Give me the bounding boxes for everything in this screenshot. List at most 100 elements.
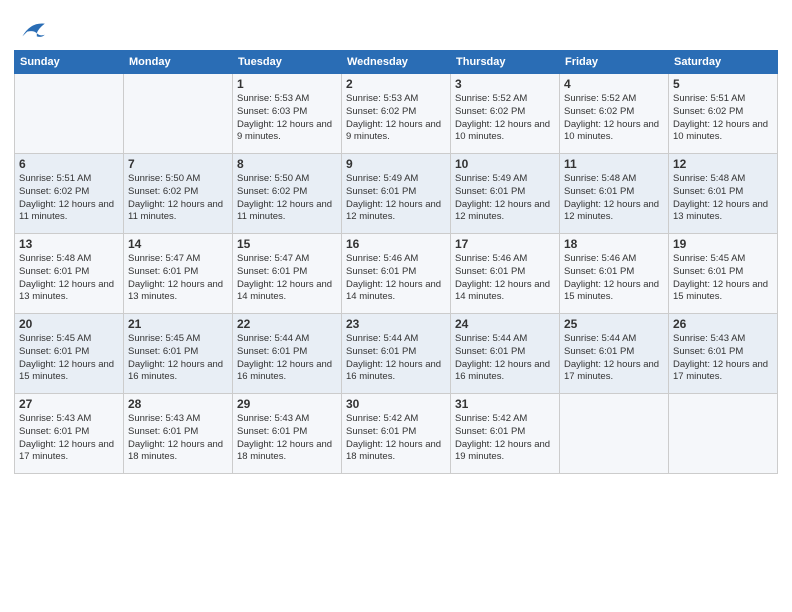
day-info: Sunrise: 5:43 AMSunset: 6:01 PMDaylight:…	[128, 413, 228, 464]
day-number: 21	[128, 317, 228, 331]
calendar-cell: 30 Sunrise: 5:42 AMSunset: 6:01 PMDayligh…	[342, 394, 451, 474]
page-container: SundayMondayTuesdayWednesdayThursdayFrid…	[0, 0, 792, 488]
calendar-cell: 20 Sunrise: 5:45 AMSunset: 6:01 PMDayligh…	[15, 314, 124, 394]
day-number: 3	[455, 77, 555, 91]
calendar-cell: 11 Sunrise: 5:48 AMSunset: 6:01 PMDayligh…	[560, 154, 669, 234]
day-number: 9	[346, 157, 446, 171]
calendar-cell: 3Sunrise: 5:52 AMSunset: 6:02 PMDaylight…	[451, 74, 560, 154]
calendar-cell: 13Sunrise: 5:48 AMSunset: 6:01 PMDayligh…	[15, 234, 124, 314]
calendar-cell: 17Sunrise: 5:46 AMSunset: 6:01 PMDayligh…	[451, 234, 560, 314]
day-number: 28	[128, 397, 228, 411]
day-info: Sunrise: 5:45 AMSunset: 6:01 PMDaylight:…	[19, 333, 119, 384]
weekday-header-tuesday: Tuesday	[233, 51, 342, 74]
day-number: 1	[237, 77, 337, 91]
calendar-week-2: 6 Sunrise: 5:51 AMSunset: 6:02 PMDaylight…	[15, 154, 778, 234]
day-info: Sunrise: 5:48 AMSunset: 6:01 PMDaylight:…	[673, 173, 773, 224]
day-info: Sunrise: 5:46 AMSunset: 6:01 PMDaylight:…	[564, 253, 664, 304]
calendar-cell: 16 Sunrise: 5:46 AMSunset: 6:01 PMDayligh…	[342, 234, 451, 314]
weekday-header-sunday: Sunday	[15, 51, 124, 74]
calendar-cell: 7 Sunrise: 5:50 AMSunset: 6:02 PMDaylight…	[124, 154, 233, 234]
day-number: 6	[19, 157, 119, 171]
calendar-header-row: SundayMondayTuesdayWednesdayThursdayFrid…	[15, 51, 778, 74]
calendar-cell: 15 Sunrise: 5:47 AMSunset: 6:01 PMDayligh…	[233, 234, 342, 314]
day-info: Sunrise: 5:46 AMSunset: 6:01 PMDaylight:…	[455, 253, 555, 304]
weekday-header-thursday: Thursday	[451, 51, 560, 74]
day-info: Sunrise: 5:42 AMSunset: 6:01 PMDaylight:…	[346, 413, 446, 464]
day-number: 30	[346, 397, 446, 411]
day-number: 8	[237, 157, 337, 171]
calendar-cell: 4Sunrise: 5:52 AMSunset: 6:02 PMDaylight…	[560, 74, 669, 154]
calendar-cell: 29 Sunrise: 5:43 AMSunset: 6:01 PMDayligh…	[233, 394, 342, 474]
day-info: Sunrise: 5:50 AMSunset: 6:02 PMDaylight:…	[237, 173, 337, 224]
day-number: 27	[19, 397, 119, 411]
calendar-cell: 8 Sunrise: 5:50 AMSunset: 6:02 PMDaylight…	[233, 154, 342, 234]
day-info: Sunrise: 5:53 AMSunset: 6:02 PMDaylight:…	[346, 93, 446, 144]
day-number: 11	[564, 157, 664, 171]
calendar-cell: 1 Sunrise: 5:53 AMSunset: 6:03 PMDaylight…	[233, 74, 342, 154]
calendar-cell: 6 Sunrise: 5:51 AMSunset: 6:02 PMDaylight…	[15, 154, 124, 234]
calendar-cell: 26Sunrise: 5:43 AMSunset: 6:01 PMDayligh…	[669, 314, 778, 394]
calendar-week-5: 27 Sunrise: 5:43 AMSunset: 6:01 PMDayligh…	[15, 394, 778, 474]
day-number: 15	[237, 237, 337, 251]
day-number: 24	[455, 317, 555, 331]
day-number: 25	[564, 317, 664, 331]
day-number: 16	[346, 237, 446, 251]
calendar-table: SundayMondayTuesdayWednesdayThursdayFrid…	[14, 50, 778, 474]
calendar-cell: 24 Sunrise: 5:44 AMSunset: 6:01 PMDayligh…	[451, 314, 560, 394]
day-info: Sunrise: 5:45 AMSunset: 6:01 PMDaylight:…	[673, 253, 773, 304]
day-info: Sunrise: 5:49 AMSunset: 6:01 PMDaylight:…	[346, 173, 446, 224]
day-number: 19	[673, 237, 773, 251]
day-number: 7	[128, 157, 228, 171]
weekday-header-monday: Monday	[124, 51, 233, 74]
calendar-cell: 21 Sunrise: 5:45 AMSunset: 6:01 PMDayligh…	[124, 314, 233, 394]
day-info: Sunrise: 5:43 AMSunset: 6:01 PMDaylight:…	[19, 413, 119, 464]
day-number: 20	[19, 317, 119, 331]
calendar-cell: 2 Sunrise: 5:53 AMSunset: 6:02 PMDaylight…	[342, 74, 451, 154]
day-info: Sunrise: 5:45 AMSunset: 6:01 PMDaylight:…	[128, 333, 228, 384]
calendar-week-3: 13Sunrise: 5:48 AMSunset: 6:01 PMDayligh…	[15, 234, 778, 314]
calendar-cell: 23Sunrise: 5:44 AMSunset: 6:01 PMDayligh…	[342, 314, 451, 394]
day-number: 2	[346, 77, 446, 91]
calendar-cell: 9 Sunrise: 5:49 AMSunset: 6:01 PMDaylight…	[342, 154, 451, 234]
day-info: Sunrise: 5:50 AMSunset: 6:02 PMDaylight:…	[128, 173, 228, 224]
day-info: Sunrise: 5:43 AMSunset: 6:01 PMDaylight:…	[673, 333, 773, 384]
calendar-cell	[560, 394, 669, 474]
day-info: Sunrise: 5:44 AMSunset: 6:01 PMDaylight:…	[564, 333, 664, 384]
day-info: Sunrise: 5:46 AMSunset: 6:01 PMDaylight:…	[346, 253, 446, 304]
calendar-cell	[124, 74, 233, 154]
day-info: Sunrise: 5:43 AMSunset: 6:01 PMDaylight:…	[237, 413, 337, 464]
logo-bird-icon	[16, 14, 48, 46]
day-number: 10	[455, 157, 555, 171]
day-info: Sunrise: 5:47 AMSunset: 6:01 PMDaylight:…	[128, 253, 228, 304]
day-number: 29	[237, 397, 337, 411]
day-info: Sunrise: 5:48 AMSunset: 6:01 PMDaylight:…	[564, 173, 664, 224]
day-info: Sunrise: 5:42 AMSunset: 6:01 PMDaylight:…	[455, 413, 555, 464]
day-number: 22	[237, 317, 337, 331]
day-number: 5	[673, 77, 773, 91]
calendar-cell: 25 Sunrise: 5:44 AMSunset: 6:01 PMDayligh…	[560, 314, 669, 394]
weekday-header-wednesday: Wednesday	[342, 51, 451, 74]
day-info: Sunrise: 5:47 AMSunset: 6:01 PMDaylight:…	[237, 253, 337, 304]
day-info: Sunrise: 5:51 AMSunset: 6:02 PMDaylight:…	[19, 173, 119, 224]
day-number: 31	[455, 397, 555, 411]
logo	[14, 14, 48, 46]
weekday-header-saturday: Saturday	[669, 51, 778, 74]
day-number: 18	[564, 237, 664, 251]
day-info: Sunrise: 5:44 AMSunset: 6:01 PMDaylight:…	[237, 333, 337, 384]
day-info: Sunrise: 5:51 AMSunset: 6:02 PMDaylight:…	[673, 93, 773, 144]
calendar-cell	[15, 74, 124, 154]
day-info: Sunrise: 5:49 AMSunset: 6:01 PMDaylight:…	[455, 173, 555, 224]
header	[14, 10, 778, 46]
calendar-cell: 31 Sunrise: 5:42 AMSunset: 6:01 PMDayligh…	[451, 394, 560, 474]
calendar-cell	[669, 394, 778, 474]
calendar-week-1: 1 Sunrise: 5:53 AMSunset: 6:03 PMDaylight…	[15, 74, 778, 154]
calendar-cell: 22 Sunrise: 5:44 AMSunset: 6:01 PMDayligh…	[233, 314, 342, 394]
day-info: Sunrise: 5:44 AMSunset: 6:01 PMDaylight:…	[455, 333, 555, 384]
day-number: 23	[346, 317, 446, 331]
calendar-cell: 10 Sunrise: 5:49 AMSunset: 6:01 PMDayligh…	[451, 154, 560, 234]
calendar-cell: 19 Sunrise: 5:45 AMSunset: 6:01 PMDayligh…	[669, 234, 778, 314]
day-info: Sunrise: 5:48 AMSunset: 6:01 PMDaylight:…	[19, 253, 119, 304]
day-info: Sunrise: 5:53 AMSunset: 6:03 PMDaylight:…	[237, 93, 337, 144]
calendar-cell: 12Sunrise: 5:48 AMSunset: 6:01 PMDayligh…	[669, 154, 778, 234]
day-info: Sunrise: 5:52 AMSunset: 6:02 PMDaylight:…	[564, 93, 664, 144]
